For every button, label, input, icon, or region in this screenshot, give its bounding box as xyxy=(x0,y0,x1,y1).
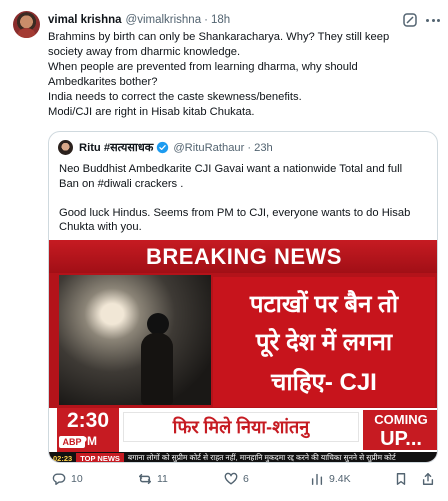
coming-up-badge: COMING UP... xyxy=(363,410,437,450)
ticker-headline: फिर मिले निया-शांतनु xyxy=(123,412,359,442)
bookmark-icon xyxy=(396,473,406,485)
author-avatar[interactable] xyxy=(13,11,40,38)
tweet-line: When people are prevented from learning … xyxy=(48,61,358,74)
hindi-headline-line: पटाखों पर बैन तो xyxy=(249,291,399,318)
separator-dot: · xyxy=(204,14,208,26)
tweet-text: Brahmins by birth can only be Shankarach… xyxy=(48,30,438,121)
channel-logo: ABP xyxy=(59,436,85,448)
ticker-strip: 02:23 TOP NEWS बगाना लोगों को सुप्रीम को… xyxy=(49,452,437,463)
scroll-text: बगाना लोगों को सुप्रीम कोर्ट से राहत नही… xyxy=(127,453,396,462)
quote-line: Neo Buddhist Ambedkarite CJI Gavai want … xyxy=(59,163,403,175)
video-still xyxy=(59,275,211,405)
grok-icon[interactable] xyxy=(402,12,418,28)
hindi-headline-line: चाहिए- CJI xyxy=(271,369,377,396)
tweet-line: India needs to correct the caste skewnes… xyxy=(48,91,302,104)
like-icon xyxy=(224,472,238,485)
author-handle[interactable]: @vimalkrishna xyxy=(126,14,202,26)
verified-icon xyxy=(157,141,169,154)
views-icon xyxy=(311,473,323,485)
coming-up-line: COMING xyxy=(374,412,428,427)
more-icon[interactable] xyxy=(426,12,440,28)
quote-line: Ban on #diwali crackers . xyxy=(59,177,184,190)
quote-line: Chukta with you. xyxy=(59,221,142,234)
breaking-news-banner: BREAKING NEWS xyxy=(49,240,437,273)
quote-author-handle[interactable]: @RituRathaur xyxy=(173,142,244,154)
repost-count: 11 xyxy=(157,473,168,485)
top-news-label: TOP NEWS xyxy=(76,452,124,462)
tweet-line: society away from dharmic knowledge. xyxy=(48,46,241,59)
tweet-line: Ambedkarites bother? xyxy=(48,76,158,89)
quoted-tweet[interactable]: Ritu #सत्यसाधक @RituRathaur · 23h Neo Bu… xyxy=(48,131,438,463)
quote-line: Good luck Hindus. Seems from PM to CJI, … xyxy=(59,206,411,219)
views-count: 9.4K xyxy=(329,473,351,485)
share-icon xyxy=(422,473,434,485)
repost-button[interactable]: 11 xyxy=(138,472,168,486)
quote-header: Ritu #सत्यसाधक @RituRathaur · 23h xyxy=(79,140,273,155)
reply-icon xyxy=(52,473,66,485)
clock-time: 2:30 xyxy=(66,409,110,432)
tweet-line: Brahmins by birth can only be Shankarach… xyxy=(48,31,390,43)
tweet-actions: 10 11 6 9.4K xyxy=(48,472,440,490)
author-name[interactable]: vimal krishna xyxy=(48,14,122,26)
like-button[interactable]: 6 xyxy=(224,472,249,486)
share-button[interactable] xyxy=(421,472,440,486)
reply-count: 10 xyxy=(71,473,83,485)
repost-icon xyxy=(139,473,151,485)
reply-button[interactable]: 10 xyxy=(52,472,83,486)
tweet-header: vimal krishna @vimalkrishna · 18h xyxy=(48,12,230,28)
strip-time: 02:23 xyxy=(53,453,73,463)
quote-blank-line xyxy=(59,192,434,206)
tweet-timestamp[interactable]: 18h xyxy=(211,14,230,26)
quote-text: Neo Buddhist Ambedkarite CJI Gavai want … xyxy=(59,162,434,235)
tweet-line: Modi/CJI are right in Hisab kitab Chukat… xyxy=(48,106,255,119)
hindi-headline-line: पूरे देश में लगना xyxy=(255,329,393,356)
coming-up-line: UP... xyxy=(380,428,422,450)
hindi-headline-panel: पटाखों पर बैन तो पूरे देश में लगना चाहिए… xyxy=(213,277,435,407)
quote-media-image[interactable]: BREAKING NEWS पटाखों पर बैन तो पूरे देश … xyxy=(49,240,437,463)
separator-dot: · xyxy=(247,141,252,154)
like-count: 6 xyxy=(243,473,249,485)
news-ticker: 2:30 PM ABP फिर मिले निया-शांतनु COMING … xyxy=(49,408,437,463)
quote-timestamp[interactable]: 23h xyxy=(254,142,273,154)
quote-author-name[interactable]: Ritu #सत्यसाधक xyxy=(79,140,153,155)
bookmark-button[interactable] xyxy=(394,472,413,486)
quote-author-avatar[interactable] xyxy=(58,140,73,155)
views-button[interactable]: 9.4K xyxy=(310,472,351,486)
tweet[interactable]: vimal krishna @vimalkrishna · 18h Brahmi… xyxy=(0,0,448,501)
